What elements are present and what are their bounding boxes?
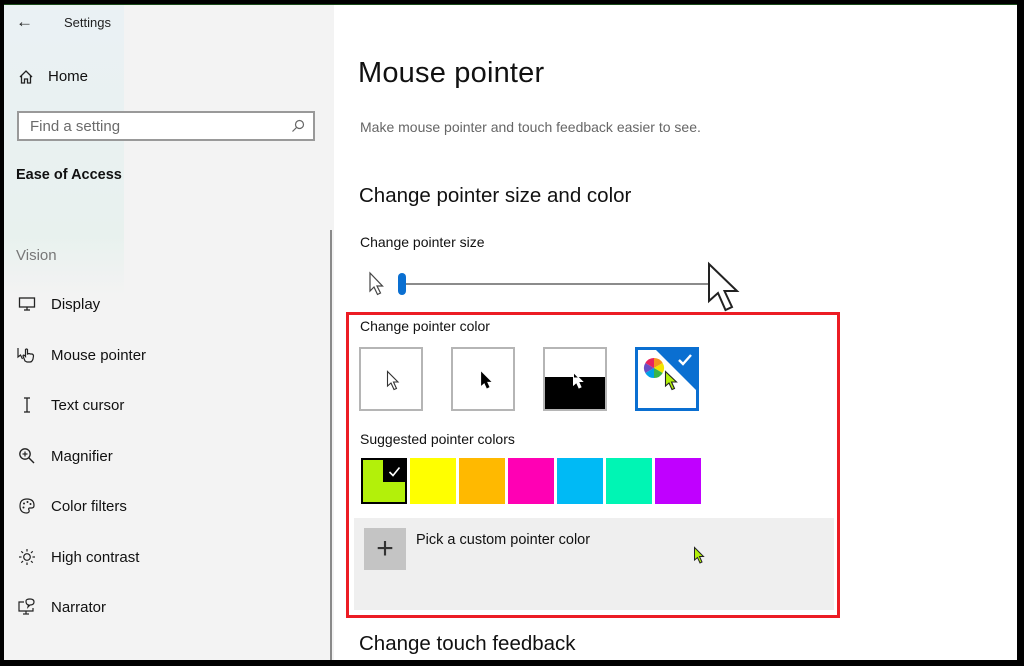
hand-pointer-icon xyxy=(17,345,37,365)
sun-icon xyxy=(17,547,37,567)
sidebar-item-text-cursor[interactable]: Text cursor xyxy=(17,393,124,417)
pointer-color-option-black[interactable] xyxy=(451,347,515,411)
slider-track[interactable] xyxy=(402,283,720,285)
sidebar-item-label: Mouse pointer xyxy=(51,346,147,364)
pointer-size-label: Change pointer size xyxy=(360,234,485,250)
section-title: Ease of Access xyxy=(16,167,122,183)
pointer-color-option-inverted[interactable] xyxy=(543,347,607,411)
color-swatch[interactable] xyxy=(459,458,505,504)
main-content: Mouse pointer Make mouse pointer and tou… xyxy=(334,5,1017,660)
black-pointer-icon xyxy=(481,371,492,389)
section-heading-touch-feedback: Change touch feedback xyxy=(359,632,576,655)
sidebar: ← Settings Home Ease of Access Vision Di… xyxy=(4,5,334,660)
section-heading-size-color: Change pointer size and color xyxy=(359,184,632,207)
monitor-icon xyxy=(17,294,37,314)
white-pointer-icon xyxy=(386,370,400,391)
sidebar-item-magnifier[interactable]: Magnifier xyxy=(17,444,113,468)
page-title: Mouse pointer xyxy=(358,57,545,89)
mouse-cursor-icon xyxy=(694,546,705,564)
text-cursor-icon xyxy=(17,395,37,415)
sidebar-item-label: Magnifier xyxy=(51,447,113,465)
color-swatch[interactable] xyxy=(508,458,554,504)
sidebar-scrollbar[interactable] xyxy=(330,230,332,660)
pick-custom-color-label: Pick a custom pointer color xyxy=(416,532,591,548)
pointer-color-option-custom[interactable] xyxy=(635,347,699,411)
sidebar-item-home[interactable]: Home xyxy=(18,68,88,85)
color-swatch[interactable] xyxy=(557,458,603,504)
app-title: Settings xyxy=(64,14,111,30)
sidebar-item-label: High contrast xyxy=(51,548,140,566)
search-icon[interactable] xyxy=(291,119,305,133)
checkmark-icon xyxy=(678,354,692,366)
color-wheel-icon xyxy=(643,357,665,379)
inverted-pointer-icon xyxy=(573,371,584,389)
pick-custom-color-button[interactable]: + Pick a custom pointer color xyxy=(354,518,834,610)
pointer-color-option-white[interactable] xyxy=(359,347,423,411)
search-input[interactable] xyxy=(30,117,270,135)
checkmark-icon xyxy=(388,466,400,477)
home-icon xyxy=(19,69,33,84)
color-swatch[interactable] xyxy=(361,458,407,504)
small-pointer-icon xyxy=(369,271,384,296)
sidebar-item-label: Narrator xyxy=(51,598,107,616)
group-label-vision: Vision xyxy=(16,247,57,264)
sidebar-item-mouse-pointer[interactable]: Mouse pointer xyxy=(17,343,146,367)
plus-icon: + xyxy=(364,528,406,570)
slider-thumb[interactable] xyxy=(398,273,406,295)
narrator-icon xyxy=(17,597,37,617)
pointer-color-label: Change pointer color xyxy=(360,318,490,334)
page-description: Make mouse pointer and touch feedback ea… xyxy=(360,119,701,135)
arrow-left-icon[interactable]: ← xyxy=(16,12,36,32)
suggested-colors xyxy=(361,458,704,504)
sidebar-item-label: Text cursor xyxy=(51,396,125,414)
sidebar-item-high-contrast[interactable]: High contrast xyxy=(17,545,139,569)
magnifier-icon xyxy=(17,446,37,466)
sidebar-item-display[interactable]: Display xyxy=(17,292,100,316)
suggested-colors-label: Suggested pointer colors xyxy=(360,431,515,447)
color-swatch[interactable] xyxy=(410,458,456,504)
title-bar: ← Settings xyxy=(16,10,111,34)
custom-color-pointer-icon xyxy=(664,370,678,391)
sidebar-item-label: Display xyxy=(51,295,101,313)
pointer-size-slider[interactable] xyxy=(364,261,744,312)
color-swatch[interactable] xyxy=(655,458,701,504)
sidebar-item-color-filters[interactable]: Color filters xyxy=(17,494,127,518)
color-swatch[interactable] xyxy=(606,458,652,504)
sidebar-item-label: Color filters xyxy=(51,497,127,515)
large-pointer-icon xyxy=(708,261,740,312)
home-label: Home xyxy=(48,68,89,85)
settings-window: ← Settings Home Ease of Access Vision Di… xyxy=(4,4,1017,660)
palette-icon xyxy=(17,496,37,516)
sidebar-item-narrator[interactable]: Narrator xyxy=(17,595,106,619)
search-box[interactable] xyxy=(17,111,315,141)
